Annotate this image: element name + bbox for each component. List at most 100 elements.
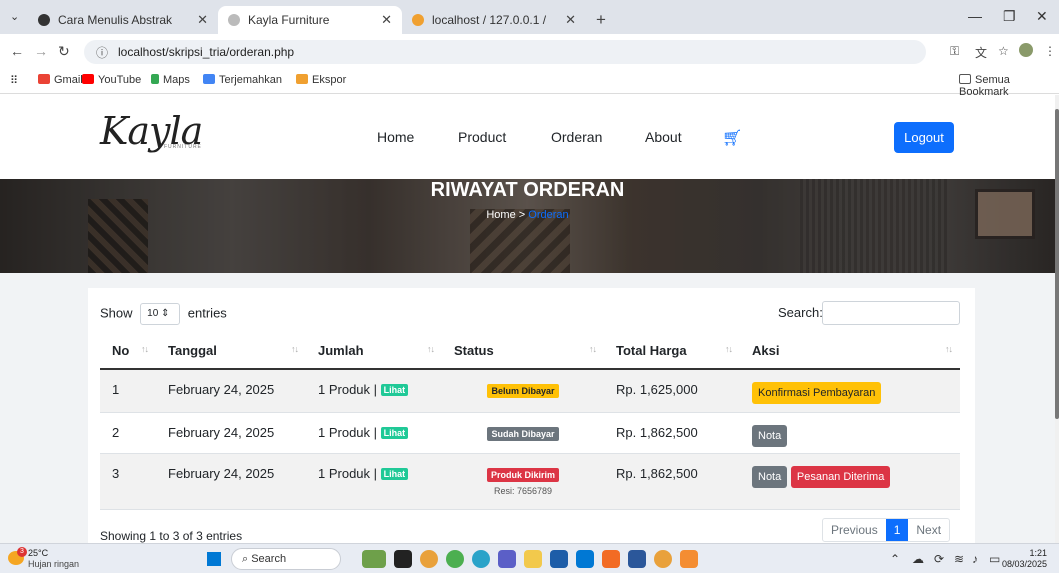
volume-icon[interactable]: ♪ xyxy=(972,552,978,566)
site-navbar: Kayla FURNITURE Home Product Orderan Abo… xyxy=(0,95,1055,179)
cart-icon[interactable]: 🛒︎ xyxy=(722,128,742,148)
store-icon[interactable] xyxy=(550,550,568,568)
close-icon[interactable]: ✕ xyxy=(565,6,576,34)
taskbar-search[interactable]: ⌕ Search xyxy=(231,548,341,570)
nota-button[interactable]: Nota xyxy=(752,424,788,447)
show-label: Show xyxy=(100,305,133,321)
clock-date[interactable]: 08/03/2025 xyxy=(1002,559,1047,569)
password-key-icon[interactable]: ⚿ xyxy=(950,44,959,59)
column-header-aksi[interactable]: Aksi ↑↓ xyxy=(740,333,960,370)
bookmark-label: Terjemahkan xyxy=(219,74,282,86)
edge-icon[interactable] xyxy=(472,550,490,568)
page-title: RIWAYAT ORDERAN xyxy=(430,179,625,201)
tab-search-chevron-icon[interactable]: ⌄ xyxy=(10,11,22,23)
column-header-jumlah[interactable]: Jumlah ↑↓ xyxy=(306,333,442,370)
pagination: Previous 1 Next xyxy=(822,518,951,542)
close-icon[interactable]: ✕ xyxy=(381,6,392,34)
pagination-previous[interactable]: Previous xyxy=(823,519,886,541)
onedrive-icon[interactable]: ☁ xyxy=(912,552,924,566)
nav-about[interactable]: About xyxy=(645,129,682,145)
weather-temperature[interactable]: 25°C xyxy=(28,548,48,558)
teams-icon[interactable] xyxy=(498,550,516,568)
bookmark-maps[interactable]: Maps xyxy=(151,74,190,86)
page-length-select[interactable]: 10 ⇕ xyxy=(140,303,181,325)
column-header-total[interactable]: Total Harga ↑↓ xyxy=(604,333,740,370)
search-input[interactable] xyxy=(822,301,960,325)
breadcrumb-current: Orderan xyxy=(528,209,569,221)
window-close-icon[interactable]: ✕ xyxy=(1036,8,1048,25)
pesanan-diterima-button[interactable]: Pesanan Diterima xyxy=(790,465,891,488)
bookmark-label: Ekspor xyxy=(312,74,347,86)
profile-avatar[interactable] xyxy=(1019,43,1033,57)
lihat-button[interactable]: Lihat xyxy=(380,467,409,480)
sort-icon: ↑↓ xyxy=(141,344,149,354)
page-length-control: Show 10 ⇕ entries xyxy=(100,303,227,325)
clock-time[interactable]: 1:21 xyxy=(1029,548,1047,558)
weather-badge: 3 xyxy=(17,547,27,557)
column-header-tanggal[interactable]: Tanggal ↑↓ xyxy=(156,333,306,370)
bookmark-youtube[interactable]: YouTube xyxy=(82,74,141,86)
outlook-icon[interactable] xyxy=(576,550,594,568)
column-header-status[interactable]: Status ↑↓ xyxy=(442,333,604,370)
tab-phpmyadmin[interactable]: localhost / 127.0.0.1 / toko_kayl ✕ xyxy=(402,6,586,55)
apps-grid-icon[interactable]: ⠿ xyxy=(10,74,18,87)
pagination-page[interactable]: 1 xyxy=(885,519,909,541)
battery-icon[interactable]: ▭ xyxy=(989,552,1000,566)
nav-product[interactable]: Product xyxy=(458,129,506,145)
bookmark-ekspor[interactable]: Ekspor xyxy=(296,74,346,86)
back-icon[interactable]: ← xyxy=(10,43,24,59)
url-field[interactable]: ⓘ localhost/skripsi_tria/orderan.php xyxy=(84,40,926,64)
tab-cara-menulis[interactable]: Cara Menulis Abstrak ✕ xyxy=(28,6,218,34)
table-info: Showing 1 to 3 of 3 entries xyxy=(100,529,243,543)
forward-icon[interactable]: → xyxy=(34,43,48,59)
file-explorer-icon[interactable] xyxy=(524,550,542,568)
close-icon[interactable]: ✕ xyxy=(197,6,208,34)
reload-icon[interactable]: ↻ xyxy=(58,43,70,60)
column-header-no[interactable]: No ↑↓ xyxy=(100,333,156,370)
lihat-button[interactable]: Lihat xyxy=(380,426,409,439)
page-scrollbar[interactable] xyxy=(1055,95,1059,543)
phpmyadmin-icon xyxy=(296,74,308,84)
tray-app-icon[interactable]: ⟳ xyxy=(934,552,944,566)
tray-chevron-icon[interactable]: ⌃ xyxy=(890,552,900,566)
tab-kayla-furniture[interactable]: Kayla Furniture ✕ xyxy=(218,6,402,34)
menu-kebab-icon[interactable]: ⋮ xyxy=(1044,44,1056,58)
nav-orderan[interactable]: Orderan xyxy=(551,129,602,145)
logout-button[interactable]: Logout xyxy=(894,122,954,153)
bookmark-terjemahkan[interactable]: Terjemahkan xyxy=(203,74,282,86)
task-view-icon[interactable] xyxy=(394,550,412,568)
maps-pin-icon xyxy=(151,74,159,84)
chrome-icon[interactable] xyxy=(420,550,438,568)
scrollbar-thumb[interactable] xyxy=(1055,109,1059,419)
bookmark-label: Maps xyxy=(163,74,190,86)
minimize-icon[interactable]: — xyxy=(968,8,982,24)
weather-description[interactable]: Hujan ringan xyxy=(28,559,79,569)
translate-icon[interactable]: 文 xyxy=(975,44,987,61)
widget-app-icon[interactable] xyxy=(362,550,386,568)
wifi-icon[interactable]: ≋ xyxy=(954,552,964,566)
breadcrumb-home[interactable]: Home xyxy=(486,209,515,221)
cell-aksi: Nota Pesanan Diterima xyxy=(740,453,960,510)
sublime-icon[interactable] xyxy=(680,550,698,568)
windows-start-icon[interactable] xyxy=(207,552,221,566)
site-info-icon[interactable]: ⓘ xyxy=(96,44,108,61)
app-icon[interactable] xyxy=(446,550,464,568)
browser-tab-bar: ⌄ Cara Menulis Abstrak ✕ Kayla Furniture… xyxy=(0,0,1059,55)
tab-label: Kayla Furniture xyxy=(248,13,330,27)
nota-button[interactable]: Nota xyxy=(752,465,788,488)
word-icon[interactable] xyxy=(628,550,646,568)
chrome-icon[interactable] xyxy=(654,550,672,568)
header-label: Aksi xyxy=(752,343,780,358)
lihat-button[interactable]: Lihat xyxy=(380,384,409,396)
xampp-icon[interactable] xyxy=(602,550,620,568)
sort-icon: ↑↓ xyxy=(725,344,733,354)
restore-icon[interactable]: ❐ xyxy=(1003,8,1016,25)
pagination-next[interactable]: Next xyxy=(908,519,949,541)
konfirmasi-pembayaran-button[interactable]: Konfirmasi Pembayaran xyxy=(752,382,882,404)
bookmark-gmail[interactable]: Gmail xyxy=(38,74,83,86)
site-logo-subtitle: FURNITURE xyxy=(164,144,202,150)
new-tab-icon[interactable]: + xyxy=(596,6,606,34)
cell-tanggal: February 24, 2025 xyxy=(156,453,306,510)
bookmark-star-icon[interactable]: ☆ xyxy=(998,44,1009,58)
nav-home[interactable]: Home xyxy=(377,129,414,145)
